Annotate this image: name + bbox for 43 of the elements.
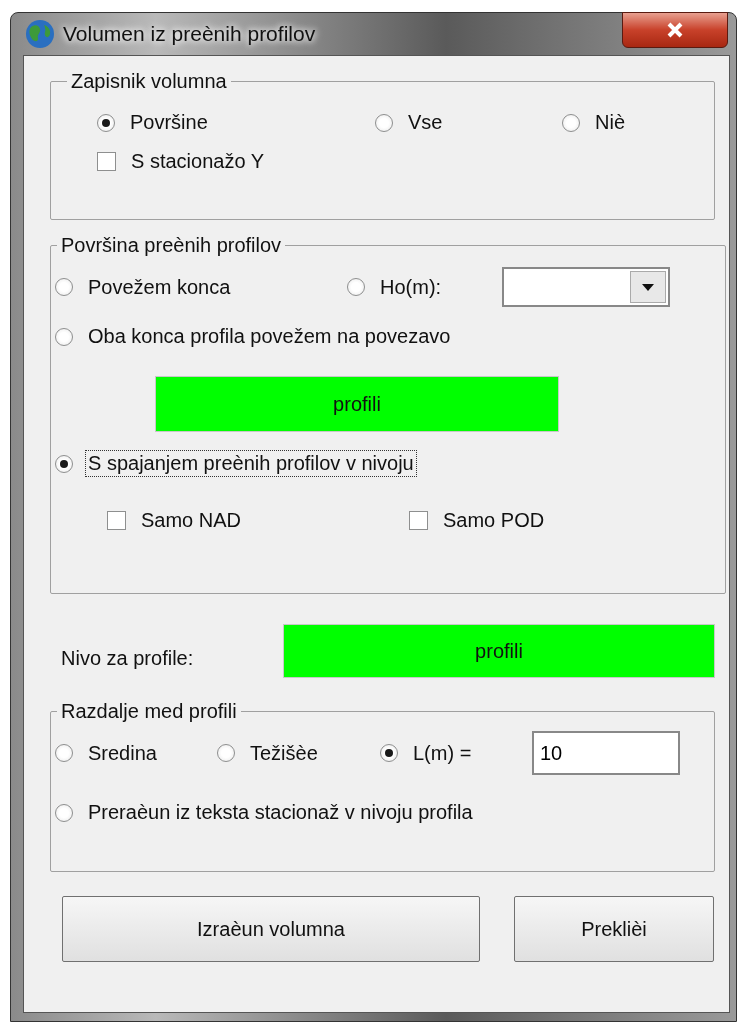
checkbox-label: Samo NAD bbox=[140, 508, 243, 533]
checkbox[interactable] bbox=[107, 511, 126, 530]
radio-button[interactable] bbox=[55, 327, 73, 346]
radio-button[interactable] bbox=[55, 454, 73, 473]
radio-button[interactable] bbox=[97, 113, 115, 132]
dialog-button[interactable]: Preklièi bbox=[514, 896, 714, 962]
close-icon bbox=[666, 22, 684, 38]
group-title: Razdalje med profili bbox=[60, 700, 238, 723]
radio-button[interactable] bbox=[217, 744, 235, 762]
checkbox[interactable] bbox=[97, 152, 116, 171]
radio-button[interactable] bbox=[375, 113, 393, 132]
option-label: L(m) = bbox=[412, 740, 473, 766]
option-label: Površine bbox=[129, 110, 209, 135]
close-button[interactable] bbox=[622, 12, 728, 48]
dropdown-button[interactable] bbox=[630, 271, 666, 303]
checkbox-label: Samo POD bbox=[442, 508, 546, 533]
window-title: Volumen iz preènih profilov bbox=[63, 22, 316, 46]
option-label: Težišèe bbox=[249, 740, 319, 766]
group-title: Površina preènih profilov bbox=[60, 234, 283, 257]
option-label: Ho(m): bbox=[379, 274, 443, 300]
option-label: Sredina bbox=[87, 740, 158, 766]
radio-button[interactable] bbox=[347, 278, 365, 296]
level-label: Nivo za profile: bbox=[60, 645, 195, 671]
layer-button[interactable]: profili bbox=[155, 376, 559, 432]
radio-button[interactable] bbox=[55, 744, 73, 762]
length-input[interactable]: 10 bbox=[532, 731, 680, 775]
option-label: Niè bbox=[594, 110, 626, 135]
globe-icon bbox=[25, 19, 55, 49]
checkbox-label: S stacionažo Y bbox=[130, 149, 266, 174]
group-title: Zapisnik volumna bbox=[70, 70, 228, 93]
option-label: S spajanjem preènih profilov v nivoju bbox=[85, 450, 417, 477]
dialog-button[interactable]: Izraèun volumna bbox=[62, 896, 480, 962]
layer-button[interactable]: profili bbox=[283, 624, 715, 678]
caret-icon bbox=[642, 283, 654, 291]
option-label: Povežem konca bbox=[87, 274, 232, 300]
option-label: Oba konca profila povežem na povezavo bbox=[87, 324, 452, 349]
radio-button[interactable] bbox=[55, 803, 73, 822]
radio-button[interactable] bbox=[562, 113, 580, 132]
radio-button[interactable] bbox=[55, 278, 73, 296]
option-label: Preraèun iz teksta stacionaž v nivoju profila bbox=[87, 800, 474, 825]
option-label: Vse bbox=[407, 110, 444, 135]
radio-button[interactable] bbox=[380, 744, 398, 762]
checkbox[interactable] bbox=[409, 511, 428, 530]
